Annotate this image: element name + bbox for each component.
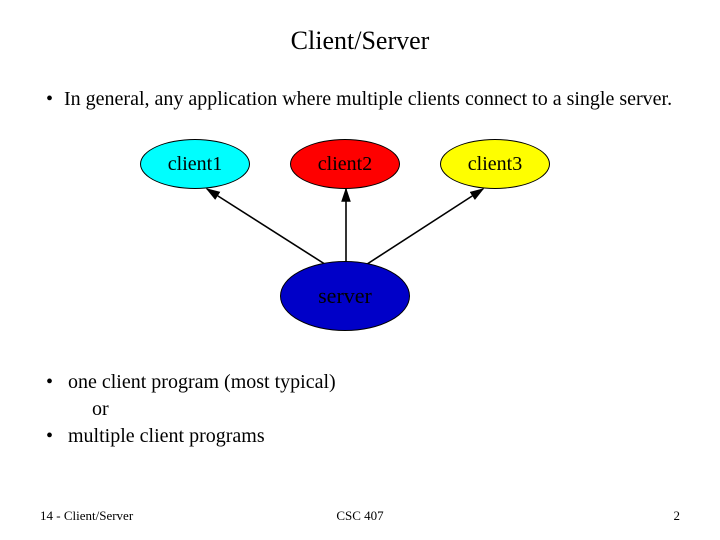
node-client2: client2 [290, 139, 400, 189]
node-client3: client3 [440, 139, 550, 189]
node-client2-label: client2 [318, 153, 372, 176]
node-client3-label: client3 [468, 153, 522, 176]
bullet-2: •one client program (most typical) [46, 369, 680, 396]
footer-right: 2 [674, 508, 681, 524]
bullet-group-2: •one client program (most typical) or •m… [46, 369, 680, 450]
bullet-1: •In general, any application where multi… [46, 86, 680, 113]
bullet-2-text: one client program (most typical) [68, 371, 336, 393]
bullet-2-or: or [92, 396, 680, 423]
slide: Client/Server •In general, any applicati… [0, 0, 720, 540]
footer: 14 - Client/Server CSC 407 2 [0, 508, 720, 524]
bullet-3-marker: • [46, 423, 68, 450]
bullet-3: •multiple client programs [46, 423, 680, 450]
node-server-label: server [318, 283, 372, 309]
slide-title: Client/Server [40, 26, 680, 56]
diagram: client1 client2 client3 server [40, 131, 680, 351]
bullet-1-marker: • [46, 86, 64, 113]
bullet-2-marker: • [46, 369, 68, 396]
bullet-3-text: multiple client programs [68, 425, 265, 447]
footer-center: CSC 407 [336, 508, 383, 524]
node-client1-label: client1 [168, 153, 222, 176]
footer-left: 14 - Client/Server [40, 508, 133, 524]
bullet-1-text: In general, any application where multip… [64, 88, 672, 110]
node-client1: client1 [140, 139, 250, 189]
node-server: server [280, 261, 410, 331]
